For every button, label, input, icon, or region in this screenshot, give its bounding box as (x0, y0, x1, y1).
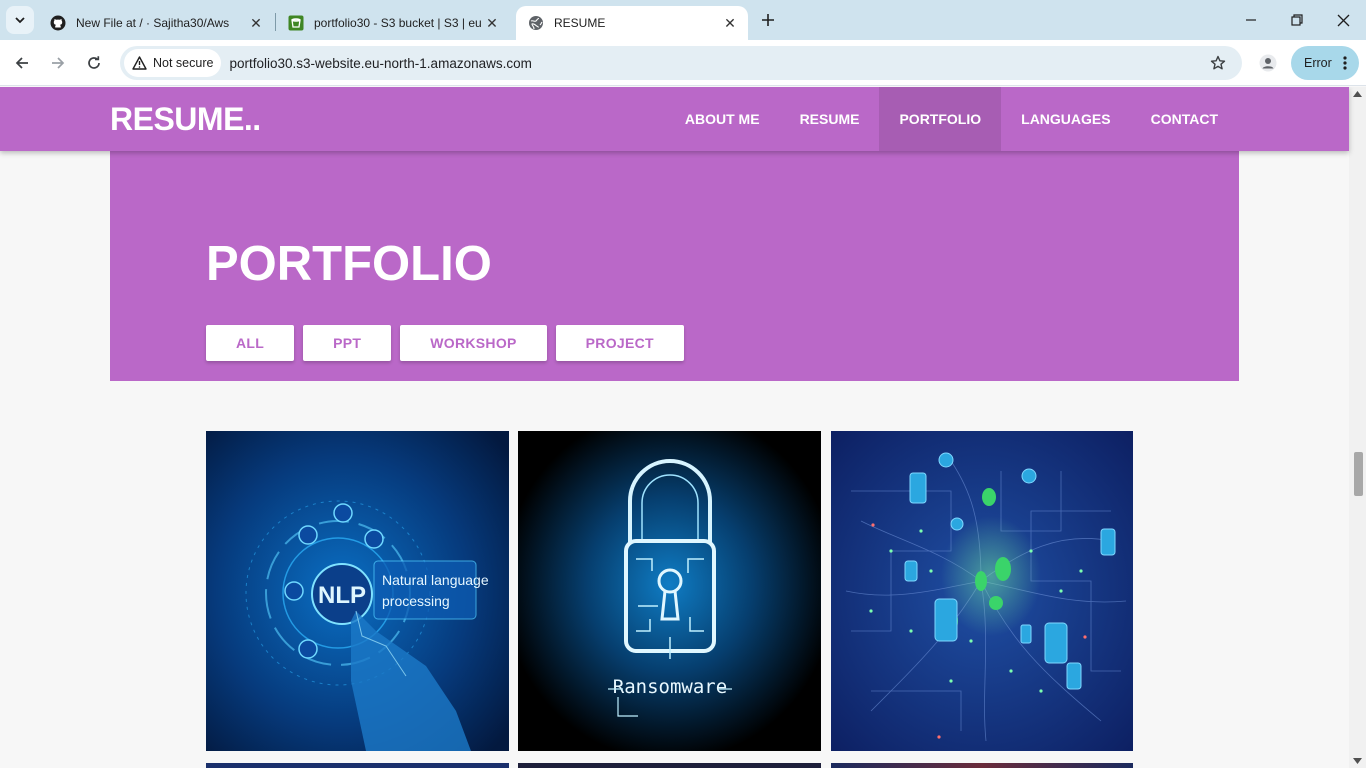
aws-s3-icon (288, 15, 304, 31)
arrow-right-icon (52, 57, 65, 69)
plus-icon (762, 14, 774, 26)
chevron-down-icon (15, 17, 25, 24)
browser-tab-resume[interactable]: RESUME ✕ (516, 6, 748, 40)
minimize-icon (1246, 19, 1256, 21)
reload-icon (88, 56, 100, 69)
tab-title: RESUME (554, 16, 606, 30)
portfolio-item-nlp[interactable]: NLP Natural language processing (206, 431, 509, 751)
filter-button-all[interactable]: ALL (206, 325, 295, 361)
profile-button[interactable] (1254, 49, 1282, 77)
browser-tab-strip: New File at / · Sajitha30/Aws ✕ portfoli… (0, 0, 1366, 40)
site-brand[interactable]: RESUME.. (110, 101, 261, 138)
tab-search-button[interactable] (6, 6, 34, 34)
security-label: Not secure (153, 56, 214, 70)
page-viewport: RESUME.. ABOUT ME RESUME PORTFOLIO LANGU… (0, 87, 1366, 768)
page-scrollbar[interactable] (1349, 87, 1366, 768)
ransomware-image: Ransomware (518, 431, 821, 751)
browser-tab-github[interactable]: New File at / · Sajitha30/Aws ✕ (38, 6, 274, 40)
star-icon (1210, 55, 1226, 70)
github-icon (50, 15, 66, 31)
nlp-caption-line-1: Natural language (382, 572, 489, 588)
browser-toolbar: Not secure portfolio30.s3-website.eu-nor… (0, 40, 1366, 86)
nav-link-resume[interactable]: RESUME (780, 87, 880, 151)
nlp-image: NLP Natural language processing (206, 431, 509, 751)
minimize-button[interactable] (1239, 8, 1263, 32)
close-icon (1337, 14, 1349, 26)
arrow-left-icon (15, 57, 28, 69)
scroll-down-arrow-icon[interactable] (1353, 758, 1362, 764)
sync-error-button[interactable]: Error (1291, 46, 1359, 80)
nav-link-about-me[interactable]: ABOUT ME (665, 87, 780, 151)
nlp-caption: NLP (318, 582, 366, 609)
restore-icon (1291, 14, 1303, 26)
bookmark-star-button[interactable] (1208, 53, 1228, 73)
scrollbar-thumb[interactable] (1354, 452, 1363, 496)
close-icon[interactable]: ✕ (722, 15, 738, 31)
network-image (831, 431, 1133, 751)
nav-link-portfolio[interactable]: PORTFOLIO (879, 87, 1002, 151)
sync-error-label: Error (1304, 56, 1332, 70)
person-icon (1259, 54, 1277, 72)
restore-button[interactable] (1285, 8, 1309, 32)
globe-icon (528, 15, 544, 31)
portfolio-header: PORTFOLIO ALL PPT WORKSHOP PROJECT (110, 151, 1239, 381)
browser-tab-s3[interactable]: portfolio30 - S3 bucket | S3 | eu ✕ (276, 6, 510, 40)
site-nav-links: ABOUT ME RESUME PORTFOLIO LANGUAGES CONT… (665, 87, 1238, 151)
close-icon[interactable]: ✕ (248, 15, 264, 31)
portfolio-item-network[interactable] (831, 431, 1133, 751)
nav-link-contact[interactable]: CONTACT (1131, 87, 1238, 151)
new-tab-button[interactable] (756, 8, 780, 32)
url-text[interactable]: portfolio30.s3-website.eu-north-1.amazon… (229, 56, 531, 71)
portfolio-filters: ALL PPT WORKSHOP PROJECT (206, 325, 693, 361)
site-navbar: RESUME.. ABOUT ME RESUME PORTFOLIO LANGU… (0, 87, 1349, 151)
filter-button-workshop[interactable]: WORKSHOP (400, 325, 547, 361)
tab-title: New File at / · Sajitha30/Aws (76, 16, 230, 30)
warning-icon (132, 56, 147, 70)
reload-button[interactable] (80, 49, 108, 77)
portfolio-item-row2-1[interactable] (206, 763, 509, 768)
filter-button-project[interactable]: PROJECT (555, 325, 684, 361)
nav-link-languages[interactable]: LANGUAGES (1001, 87, 1130, 151)
filter-button-ppt[interactable]: PPT (303, 325, 392, 361)
scroll-up-arrow-icon[interactable] (1353, 91, 1362, 97)
more-vert-icon (1343, 56, 1347, 70)
ransomware-caption: Ransomware (613, 676, 727, 698)
nlp-caption-line-2: processing (382, 593, 450, 609)
portfolio-item-row2-2[interactable] (518, 763, 821, 768)
close-window-button[interactable] (1331, 8, 1355, 32)
back-button[interactable] (8, 49, 36, 77)
portfolio-item-ransomware[interactable]: Ransomware (518, 431, 821, 751)
close-icon[interactable]: ✕ (484, 15, 500, 31)
page-title: PORTFOLIO (206, 237, 492, 291)
address-bar[interactable]: Not secure portfolio30.s3-website.eu-nor… (120, 46, 1242, 80)
tab-title: portfolio30 - S3 bucket | S3 | eu (314, 16, 482, 30)
site-security-chip[interactable]: Not secure (124, 49, 222, 77)
forward-button[interactable] (44, 49, 72, 77)
portfolio-item-row2-3[interactable] (831, 763, 1133, 768)
